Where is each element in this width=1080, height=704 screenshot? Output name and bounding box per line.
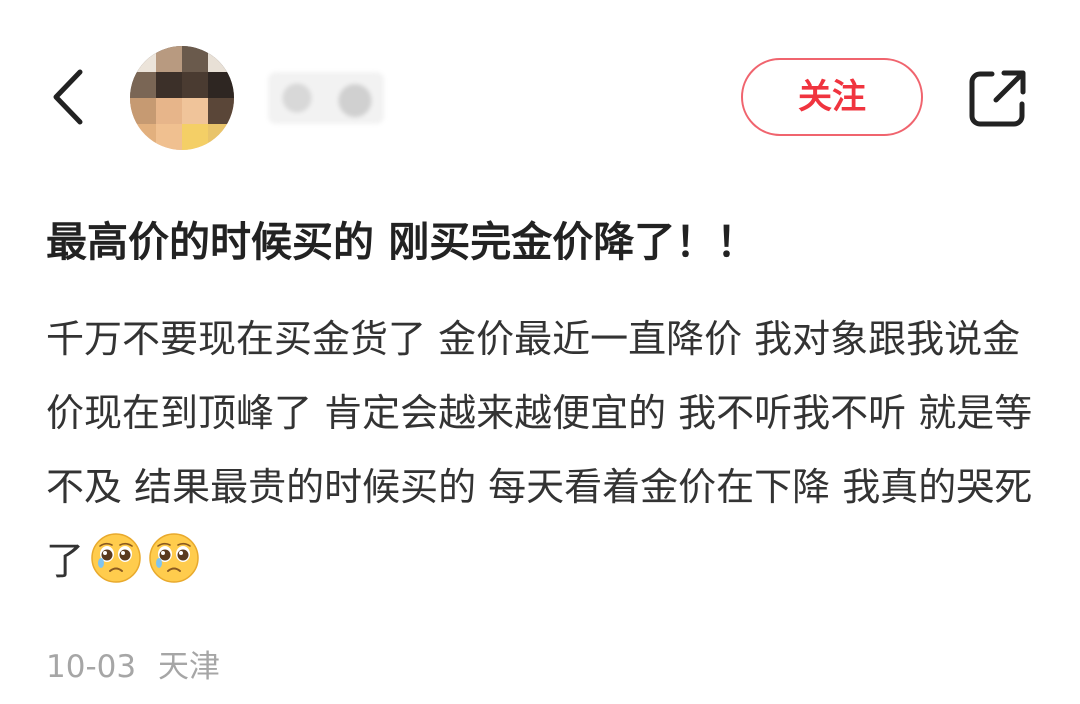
chevron-left-icon — [53, 69, 83, 125]
pleading-face-icon — [148, 532, 200, 584]
follow-button[interactable]: 关注 — [741, 58, 923, 136]
back-button[interactable] — [40, 62, 100, 132]
post-meta: 10-03 天津 — [46, 645, 220, 689]
post-date: 10-03 — [46, 649, 137, 685]
post-header: ·· ·· 关注 — [0, 0, 1080, 190]
post-title: 最高价的时候买的 刚买完金价降了！！ — [46, 218, 758, 266]
avatar[interactable] — [130, 46, 234, 150]
share-button[interactable] — [966, 66, 1030, 130]
username[interactable]: ·· ·· — [268, 72, 384, 124]
post-location: 天津 — [157, 649, 220, 685]
pleading-face-icon — [90, 532, 142, 584]
share-external-icon — [969, 70, 1026, 127]
post-body: 千万不要现在买金货了 金价最近一直降价 我对象跟我说金价现在到顶峰了 肯定会越来… — [46, 302, 1036, 598]
